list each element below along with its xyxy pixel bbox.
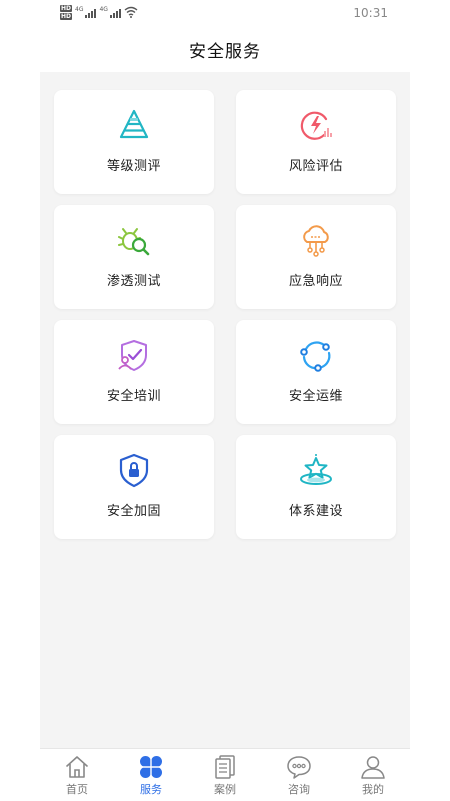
- cycle-nodes-icon: [300, 341, 331, 372]
- tab-label: 我的: [362, 783, 384, 796]
- service-label: 安全运维: [288, 389, 343, 404]
- tab-consult[interactable]: 咨询: [262, 749, 336, 801]
- chat-icon: [287, 756, 311, 779]
- service-label: 等级测评: [106, 159, 161, 174]
- service-card-emergency-response[interactable]: 应急响应: [236, 205, 396, 309]
- hd-indicator: HD HD: [60, 4, 73, 20]
- signal-icon: 4G: [75, 6, 97, 18]
- signal-label-2: 4G: [99, 6, 108, 13]
- service-card-security-training[interactable]: 安全培训: [54, 320, 214, 424]
- signal-label-1: 4G: [75, 6, 84, 13]
- service-label: 渗透测试: [106, 274, 161, 289]
- tab-label: 首页: [66, 783, 88, 796]
- status-bar: HD HD 4G 4G 10:31: [0, 0, 450, 26]
- service-card-grading-assessment[interactable]: 等级测评: [54, 90, 214, 194]
- tab-label: 咨询: [288, 783, 310, 796]
- service-label: 风险评估: [288, 159, 343, 174]
- risk-lightning-icon: [300, 111, 332, 140]
- service-card-security-hardening[interactable]: 安全加固: [54, 435, 214, 539]
- signal-icon-2: 4G: [99, 6, 121, 18]
- status-icons: HD HD 4G 4G: [60, 4, 138, 20]
- tab-services[interactable]: 服务: [114, 749, 188, 801]
- page-header: 安全服务: [40, 26, 410, 72]
- status-time: 10:31: [353, 6, 388, 20]
- service-card-system-building[interactable]: 体系建设: [236, 435, 396, 539]
- hd-label-2: HD: [60, 12, 73, 20]
- page-title: 安全服务: [189, 41, 261, 62]
- service-grid: 等级测评 风险评估 渗透测试 应急响应 安全培训 安全运维 安全加固 体系建设: [40, 72, 410, 748]
- grid-icon: [140, 756, 162, 778]
- wifi-icon: [124, 6, 138, 18]
- shield-lock-icon: [119, 453, 149, 488]
- cloud-network-icon: [303, 225, 329, 257]
- hd-label-1: HD: [60, 4, 73, 12]
- bug-magnifier-icon: [118, 228, 150, 256]
- bottom-tab-bar: 首页 服务 案例 咨询 我的: [40, 748, 410, 801]
- tab-cases[interactable]: 案例: [188, 749, 262, 801]
- service-card-security-operations[interactable]: 安全运维: [236, 320, 396, 424]
- star-platform-icon: [300, 454, 332, 485]
- shield-user-check-icon: [118, 340, 147, 371]
- service-label: 安全加固: [106, 504, 161, 519]
- service-label: 安全培训: [106, 389, 161, 404]
- tab-home[interactable]: 首页: [40, 749, 114, 801]
- tab-label: 服务: [140, 783, 162, 796]
- user-icon: [361, 756, 385, 779]
- service-card-penetration-test[interactable]: 渗透测试: [54, 205, 214, 309]
- tab-label: 案例: [214, 783, 236, 796]
- documents-icon: [215, 755, 235, 779]
- home-icon: [66, 756, 88, 778]
- service-label: 应急响应: [288, 274, 343, 289]
- service-label: 体系建设: [288, 504, 343, 519]
- service-card-risk-assessment[interactable]: 风险评估: [236, 90, 396, 194]
- tab-profile[interactable]: 我的: [336, 749, 410, 801]
- pyramid-icon: [119, 109, 149, 139]
